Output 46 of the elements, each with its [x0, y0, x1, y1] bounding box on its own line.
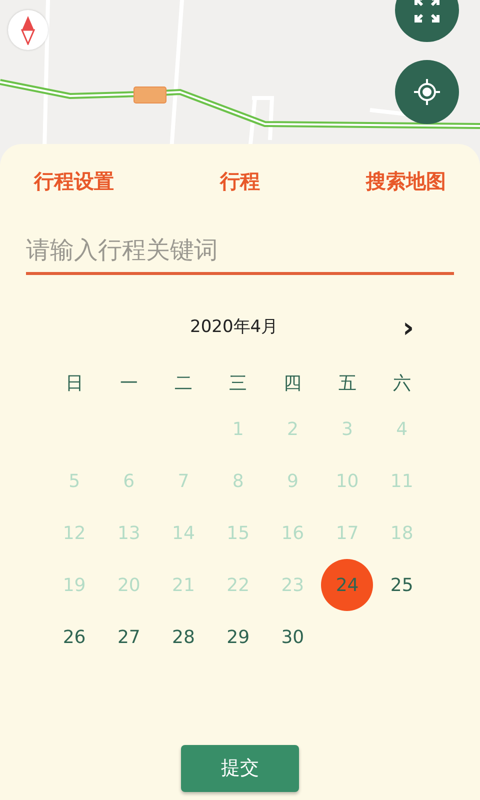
- calendar-day: 14: [157, 507, 210, 559]
- calendar-day: 19: [48, 559, 100, 611]
- weekday-label: 二: [173, 372, 194, 396]
- calendar-day: 5: [48, 455, 100, 507]
- calendar-day: 4: [376, 403, 428, 455]
- calendar-day: 21: [157, 559, 210, 611]
- calendar-day: 12: [48, 507, 100, 559]
- calendar-day[interactable]: 29: [212, 611, 264, 663]
- weekday-label: 一: [118, 372, 139, 396]
- calendar-day: 6: [102, 455, 155, 507]
- calendar-day: 15: [212, 507, 264, 559]
- calendar-day: 18: [376, 507, 428, 559]
- submit-button[interactable]: 提交: [181, 745, 299, 792]
- expand-icon: [414, 0, 440, 23]
- calendar-day[interactable]: 30: [266, 611, 319, 663]
- tab[interactable]: 行程: [220, 162, 260, 200]
- weekday-label: 五: [337, 372, 358, 396]
- calendar-day[interactable]: 26: [48, 611, 100, 663]
- weekday-label: 六: [392, 372, 412, 396]
- calendar-day: 9: [266, 455, 319, 507]
- calendar-day: 11: [376, 455, 428, 507]
- next-month-button[interactable]: ›: [396, 314, 420, 342]
- calendar-day[interactable]: 27: [102, 611, 155, 663]
- tab[interactable]: 搜索地图: [366, 162, 446, 200]
- weekday-label: 四: [282, 372, 303, 396]
- calendar-day: 17: [321, 507, 374, 559]
- calendar-day: 16: [266, 507, 319, 559]
- calendar-day: 7: [157, 455, 210, 507]
- compass-icon: [21, 15, 35, 45]
- calendar-day: 1: [212, 403, 264, 455]
- tab[interactable]: 行程设置: [34, 162, 114, 200]
- calendar-day: 22: [212, 559, 264, 611]
- search-field[interactable]: 请输入行程关键词: [26, 230, 454, 275]
- locate-icon: [413, 78, 441, 106]
- weekday-label: 三: [228, 372, 248, 396]
- calendar-day: 10: [321, 455, 374, 507]
- calendar-day[interactable]: 25: [376, 559, 428, 611]
- calendar-day: 2: [266, 403, 319, 455]
- month-title: 2020年4月: [190, 316, 278, 340]
- calendar-day: 23: [266, 559, 319, 611]
- calendar-day: 13: [102, 507, 155, 559]
- weekday-label: 日: [64, 372, 84, 396]
- calendar-day: 8: [212, 455, 264, 507]
- calendar-day: 3: [321, 403, 374, 455]
- calendar-day[interactable]: 28: [157, 611, 210, 663]
- calendar-day: 20: [102, 559, 155, 611]
